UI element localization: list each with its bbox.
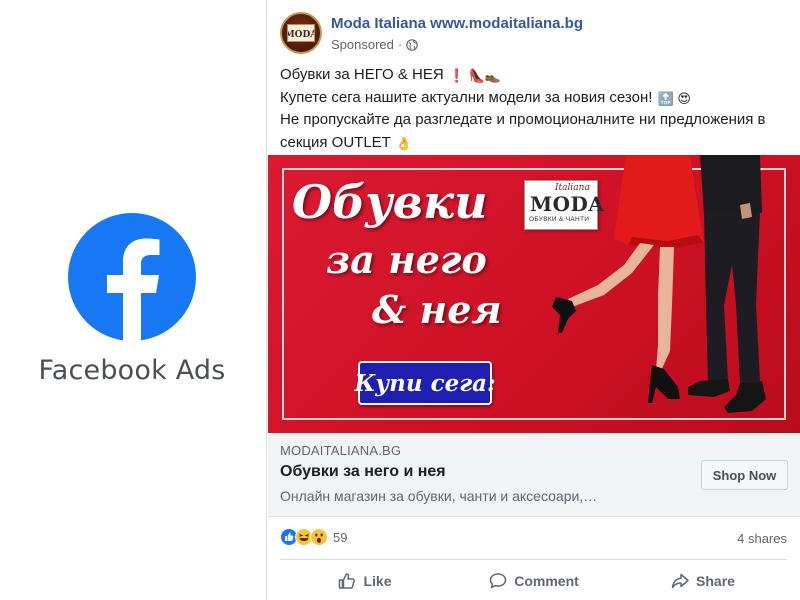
couple-shoes-illustration [552, 155, 766, 413]
share-arrow-icon [671, 573, 689, 589]
emoji-group-1: ❗ 👠👞 [448, 68, 502, 83]
reaction-count[interactable]: 59 [333, 530, 347, 545]
creative-buy-now-badge: Купи сега: [354, 361, 496, 405]
thumbs-up-icon [339, 573, 356, 589]
sponsored-post-card: MODA Moda Italiana www.modaitaliana.bg S… [266, 0, 800, 600]
page-avatar[interactable]: MODA [280, 12, 322, 54]
reactions-summary[interactable]: 59 [280, 528, 347, 546]
post-text-line-2: Купете сега нашите актуални модели за но… [280, 88, 691, 106]
facebook-logo-icon [68, 213, 196, 341]
post-actions-bar: Like Comment Share [280, 563, 787, 599]
share-count[interactable]: 4 shares [737, 531, 787, 546]
svg-text:MODA: MODA [288, 30, 314, 40]
post-message: Обувки за НЕГО & НЕЯ ❗ 👠👞 Купете сега на… [280, 64, 790, 154]
globe-icon[interactable] [406, 38, 419, 51]
emoji-group-2: 🔝 😍 [657, 90, 691, 106]
creative-headline-2: за него [326, 237, 487, 282]
creative-headline-3: & нея [372, 287, 502, 332]
shop-now-button[interactable]: Shop Now [701, 460, 788, 490]
link-preview[interactable]: MODAITALIANA.BG Обувки за него и нея Онл… [268, 433, 800, 517]
post-header: MODA Moda Italiana www.modaitaliana.bg S… [267, 0, 800, 60]
comment-label: Comment [514, 573, 579, 589]
actions-divider [280, 559, 787, 560]
sponsored-label[interactable]: Sponsored [331, 37, 394, 52]
comment-icon [489, 573, 507, 589]
sponsored-row: Sponsored · [331, 37, 419, 52]
creative-headline-1: Обувки [292, 175, 488, 229]
share-button[interactable]: Share [618, 563, 787, 599]
post-text-line-1: Обувки за НЕГО & НЕЯ ❗ 👠👞 [280, 66, 502, 83]
facebook-ads-caption: Facebook Ads [38, 355, 226, 386]
wow-icon [310, 528, 328, 546]
avatar-logo: MODA [287, 24, 315, 42]
like-button[interactable]: Like [280, 563, 449, 599]
link-domain: MODAITALIANA.BG [280, 443, 402, 458]
ad-creative-image[interactable]: Обувки за него & нея Купи сега: Italiana… [268, 155, 800, 433]
page-name-link[interactable]: Moda Italiana www.modaitaliana.bg [331, 15, 583, 32]
dot-separator: · [397, 37, 403, 52]
moda-logo-icon: MODA [288, 30, 314, 40]
link-title[interactable]: Обувки за него и нея [280, 463, 446, 481]
link-description: Онлайн магазин за обувки, чанти и аксесо… [280, 488, 598, 504]
comment-button[interactable]: Comment [449, 563, 618, 599]
share-label: Share [696, 573, 735, 589]
post-text-line-3: Не пропускайте да разгледате и промоцион… [280, 111, 766, 151]
like-label: Like [363, 573, 392, 589]
emoji-group-3: 👌 [395, 135, 412, 151]
